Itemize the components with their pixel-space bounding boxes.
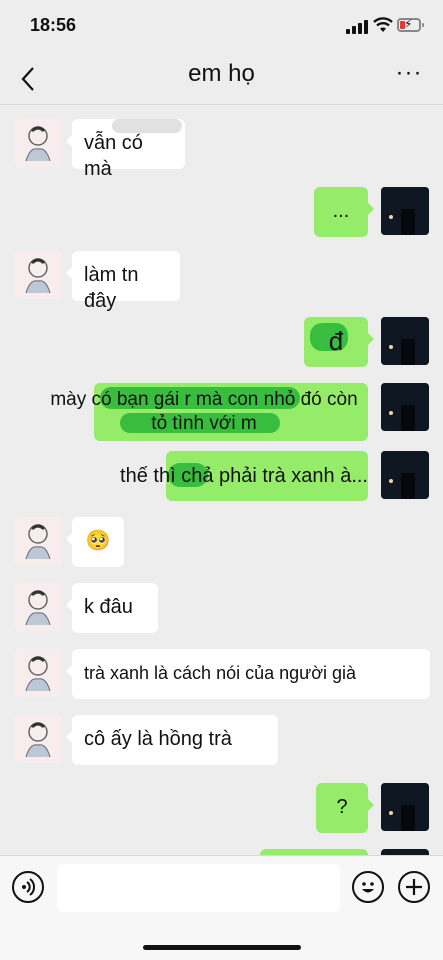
battery-icon: ⚡ <box>397 17 424 32</box>
cellular-signal-icon <box>346 20 368 34</box>
message-text: trà xanh là cách nói của người già <box>84 663 357 683</box>
plus-icon[interactable] <box>398 871 430 903</box>
message-bubble-outgoing[interactable]: thế thì chả phải trà xanh à... <box>70 451 368 501</box>
user-avatar[interactable] <box>381 187 429 235</box>
contact-avatar[interactable] <box>14 119 62 167</box>
message-bubble-incoming[interactable]: trà xanh là cách nói của người già <box>66 649 430 699</box>
message-text: vẫn có mà <box>84 132 143 180</box>
message-bubble-outgoing[interactable]: ? <box>316 783 374 833</box>
contact-avatar[interactable] <box>14 649 62 697</box>
chat-header: em họ ··· <box>0 52 443 104</box>
wifi-icon <box>373 17 393 32</box>
message-text: thế thì chả phải trà xanh à... <box>120 465 368 487</box>
message-text: ... <box>332 200 350 222</box>
message-text: làm tn đây <box>84 264 139 312</box>
message-bubble-outgoing[interactable]: đ <box>304 317 374 367</box>
message-bubble-incoming[interactable]: 🥺 <box>66 517 124 567</box>
contact-avatar[interactable] <box>14 517 62 565</box>
contact-avatar[interactable] <box>14 583 62 631</box>
user-avatar[interactable] <box>381 383 429 431</box>
contact-avatar[interactable] <box>14 715 62 763</box>
contact-avatar[interactable] <box>14 251 62 299</box>
user-avatar[interactable] <box>381 451 429 499</box>
message-text: ? <box>336 796 348 818</box>
voice-icon[interactable] <box>12 871 44 903</box>
message-bubble-incoming[interactable]: làm tn đây <box>66 251 180 312</box>
input-bar <box>0 855 443 960</box>
more-options-icon[interactable]: ··· <box>395 61 423 88</box>
message-text: mày có bạn gái r mà con nhỏ đó còn tỏ tì… <box>50 389 358 434</box>
home-indicator <box>143 945 301 950</box>
message-list[interactable]: vẫn có mà ... làm tn đây đ mày có bạn gá… <box>0 105 443 855</box>
chat-title: em họ <box>188 60 255 87</box>
message-bubble-incoming[interactable]: vẫn có mà <box>66 119 185 180</box>
emoji-icon[interactable] <box>352 871 384 903</box>
message-bubble-outgoing[interactable]: ... <box>314 187 374 237</box>
message-text: cô ấy là hồng trà <box>84 728 232 750</box>
status-time: 18:56 <box>30 15 77 35</box>
status-bar: 18:56 ⚡ <box>0 0 443 52</box>
pleading-face-emoji: 🥺 <box>85 530 111 552</box>
message-bubble-outgoing[interactable]: mày có bạn gái r mà con nhỏ đó còn tỏ tì… <box>40 383 368 441</box>
message-text: đ <box>328 326 344 356</box>
message-input[interactable] <box>57 864 340 912</box>
message-bubble-incoming[interactable]: cô ấy là hồng trà <box>66 715 278 765</box>
user-avatar[interactable] <box>381 783 429 831</box>
message-bubble-incoming[interactable]: k đâu <box>66 583 158 633</box>
message-text: k đâu <box>84 596 133 618</box>
user-avatar[interactable] <box>381 317 429 365</box>
